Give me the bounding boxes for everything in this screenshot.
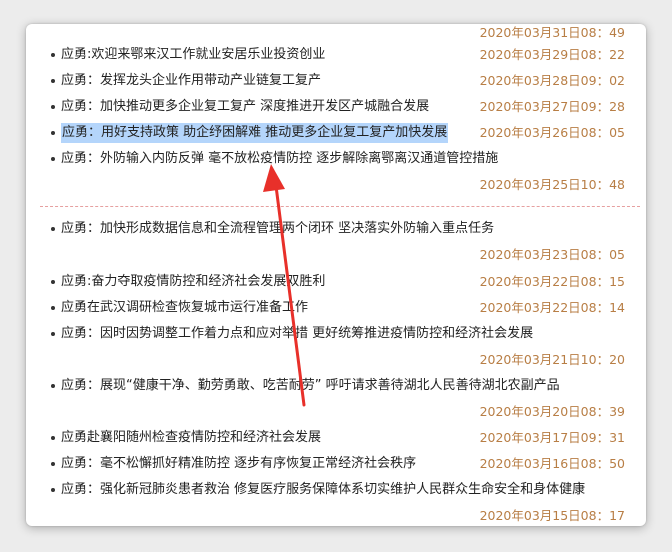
item-date: 2020年03月22日08：14: [479, 300, 625, 315]
item-date: 2020年03月20日08：39: [479, 404, 625, 419]
news-link[interactable]: 应勇:奋力夺取疫情防控和经济社会发展双胜利: [61, 272, 325, 292]
list-item: 2020年03月15日08：17: [26, 503, 646, 526]
list-item: 应勇赴襄阳随州检查疫情防控和经济社会发展 2020年03月17日09：31: [26, 425, 646, 451]
news-link[interactable]: 应勇：强化新冠肺炎患者救治 修复医疗服务保障体系切实维护人民群众生命安全和身体健…: [61, 480, 585, 500]
list-item: 2020年03月25日10：48: [26, 172, 646, 198]
news-list-panel: 2020年03月31日08：49 应勇:欢迎来鄂来汉工作就业安居乐业投资创业 2…: [26, 24, 646, 526]
list-item: 应勇：加快推动更多企业复工复产 深度推进开发区产城融合发展 2020年03月27…: [26, 94, 646, 120]
bullet-icon: [51, 105, 55, 109]
bullet-icon: [51, 306, 55, 310]
item-date: 2020年03月17日09：31: [479, 430, 625, 445]
news-list: 2020年03月31日08：49 应勇:欢迎来鄂来汉工作就业安居乐业投资创业 2…: [26, 24, 646, 526]
bullet-icon: [51, 53, 55, 57]
bullet-icon: [51, 280, 55, 284]
list-item: 应勇：展现“健康干净、勤劳勇敢、吃苦耐劳” 呼吁请求善待湖北人民善待湖北农副产品: [26, 373, 646, 399]
news-link[interactable]: 应勇：因时因势调整工作着力点和应对举措 更好统筹推进疫情防控和经济社会发展: [61, 324, 533, 344]
news-link[interactable]: 应勇在武汉调研检查恢复城市运行准备工作: [61, 298, 308, 318]
news-link[interactable]: 应勇：展现“健康干净、勤劳勇敢、吃苦耐劳” 呼吁请求善待湖北人民善待湖北农副产品: [61, 376, 560, 396]
bullet-icon: [51, 462, 55, 466]
item-date: 2020年03月16日08：50: [479, 456, 625, 471]
list-item: 应勇：因时因势调整工作着力点和应对举措 更好统筹推进疫情防控和经济社会发展: [26, 321, 646, 347]
item-date: 2020年03月27日09：28: [479, 99, 625, 114]
news-link[interactable]: 应勇：毫不松懈抓好精准防控 逐步有序恢复正常经济社会秩序: [61, 454, 416, 474]
item-date: 2020年03月23日08：05: [479, 247, 625, 262]
news-link[interactable]: 应勇：外防输入内防反弹 毫不放松疫情防控 逐步解除离鄂离汉通道管控措施: [61, 149, 498, 169]
section-divider: [40, 206, 640, 207]
news-link[interactable]: 应勇:欢迎来鄂来汉工作就业安居乐业投资创业: [61, 45, 325, 65]
bullet-icon: [51, 157, 55, 161]
bullet-icon: [51, 79, 55, 83]
item-date: 2020年03月28日09：02: [479, 73, 625, 88]
list-item: 2020年03月23日08：05: [26, 242, 646, 268]
list-item: 应勇：加快形成数据信息和全流程管理两个闭环 坚决落实外防输入重点任务: [26, 216, 646, 242]
list-item: 应勇：外防输入内防反弹 毫不放松疫情防控 逐步解除离鄂离汉通道管控措施: [26, 146, 646, 172]
item-date: 2020年03月29日08：22: [479, 47, 625, 62]
list-item: 2020年03月21日10：20: [26, 347, 646, 373]
news-link[interactable]: 应勇：加快形成数据信息和全流程管理两个闭环 坚决落实外防输入重点任务: [61, 219, 494, 239]
bullet-icon: [51, 488, 55, 492]
news-link[interactable]: 应勇：加快推动更多企业复工复产 深度推进开发区产城融合发展: [61, 97, 429, 117]
list-item: 应勇：强化新冠肺炎患者救治 修复医疗服务保障体系切实维护人民群众生命安全和身体健…: [26, 477, 646, 503]
item-date: 2020年03月22日08：15: [479, 274, 625, 289]
bullet-icon: [51, 332, 55, 336]
bullet-icon: [51, 227, 55, 231]
list-item: 应勇:欢迎来鄂来汉工作就业安居乐业投资创业 2020年03月29日08：22: [26, 42, 646, 68]
news-link[interactable]: 应勇：发挥龙头企业作用带动产业链复工复产: [61, 71, 321, 91]
item-date: 2020年03月21日10：20: [479, 352, 625, 367]
item-date: 2020年03月25日10：48: [479, 177, 625, 192]
news-link-selected[interactable]: 应勇：用好支持政策 助企纾困解难 推动更多企业复工复产加快发展: [61, 123, 449, 143]
news-link[interactable]: 应勇赴襄阳随州检查疫情防控和经济社会发展: [61, 428, 321, 448]
list-item: 应勇：发挥龙头企业作用带动产业链复工复产 2020年03月28日09：02: [26, 68, 646, 94]
item-date: 2020年03月15日08：17: [479, 508, 625, 523]
item-date: 2020年03月31日08：49: [479, 25, 625, 40]
bullet-icon: [51, 131, 55, 135]
list-item: 应勇在武汉调研检查恢复城市运行准备工作 2020年03月22日08：14: [26, 295, 646, 321]
bullet-icon: [51, 384, 55, 388]
screenshot-stage: 2020年03月31日08：49 应勇:欢迎来鄂来汉工作就业安居乐业投资创业 2…: [0, 0, 672, 552]
bullet-icon: [51, 436, 55, 440]
list-item: 应勇：用好支持政策 助企纾困解难 推动更多企业复工复产加快发展 2020年03月…: [26, 120, 646, 146]
list-item: 2020年03月20日08：39: [26, 399, 646, 425]
item-date: 2020年03月26日08：05: [479, 125, 625, 140]
list-item: 应勇:奋力夺取疫情防控和经济社会发展双胜利 2020年03月22日08：15: [26, 269, 646, 295]
list-item: 应勇：毫不松懈抓好精准防控 逐步有序恢复正常经济社会秩序 2020年03月16日…: [26, 451, 646, 477]
